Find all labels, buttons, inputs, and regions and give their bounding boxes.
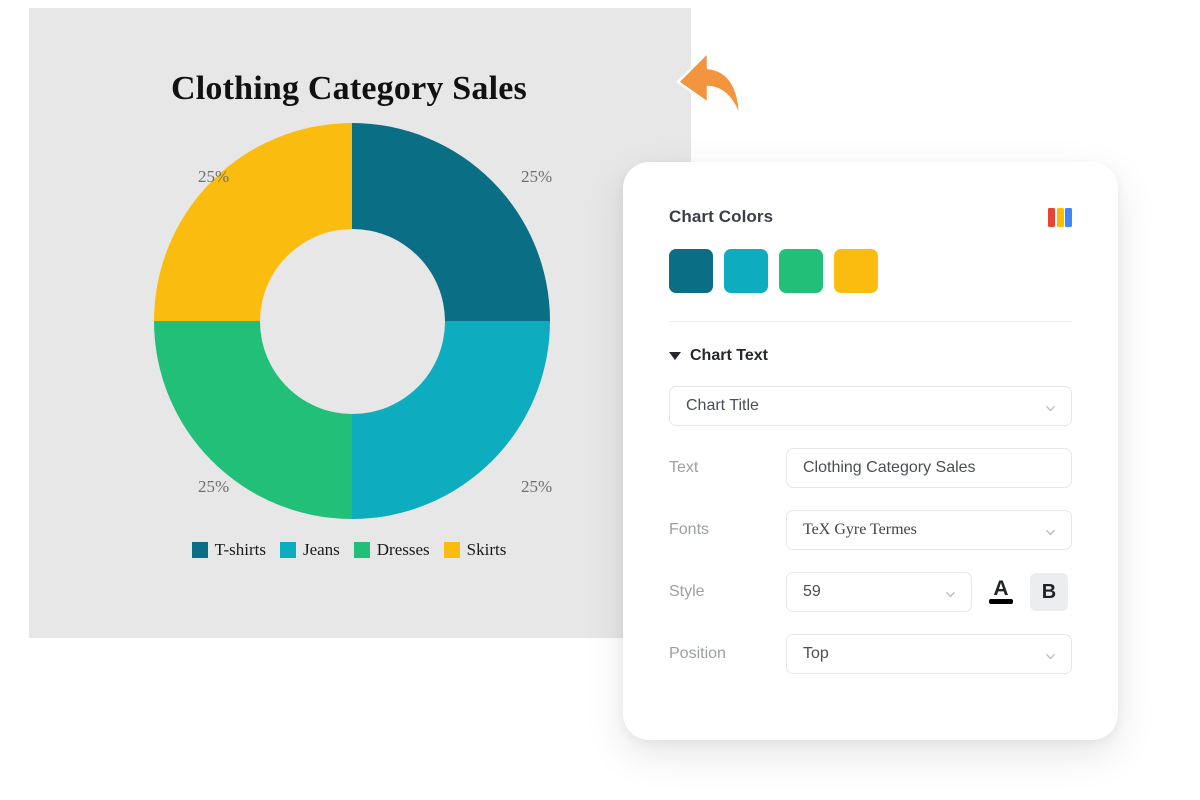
legend-item[interactable]: T-shirts: [191, 540, 266, 560]
text-color-swatch-bar: [989, 599, 1013, 604]
text-color-icon: A: [993, 577, 1009, 600]
section-divider: [669, 321, 1072, 322]
chart-text-title: Chart Text: [690, 347, 768, 364]
slice-label-dresses: 25%: [198, 477, 230, 496]
legend-swatch-icon: [191, 542, 208, 558]
text-input-value: Clothing Category Sales: [803, 459, 976, 476]
chart-settings-card: Chart Colors Chart Text Chart Title Text…: [623, 162, 1118, 740]
slice-label-skirts: 25%: [198, 167, 230, 186]
chart-text-section-header[interactable]: Chart Text: [669, 347, 1072, 365]
position-select-value: Top: [803, 645, 829, 662]
position-row-label: Position: [669, 645, 726, 662]
slice-label-tshirts: 25%: [521, 167, 553, 186]
donut-hole: [259, 228, 445, 414]
font-size-value: 59: [803, 583, 821, 600]
text-color-button[interactable]: A: [982, 573, 1020, 611]
legend-swatch-icon: [353, 542, 370, 558]
font-size-select[interactable]: 59: [786, 572, 972, 612]
palette-icon[interactable]: [1048, 207, 1072, 227]
palette-bar-yellow: [1056, 207, 1064, 227]
chart-legend: T-shirts Jeans Dresses Skirts: [29, 540, 669, 560]
palette-bar-red: [1048, 207, 1055, 227]
chevron-down-icon: [946, 591, 955, 598]
chart-preview-panel: Clothing Category Sales 25% 25% 25% 25% …: [29, 8, 691, 638]
style-row: Style 59 A B: [669, 572, 1072, 612]
chevron-down-icon: [1046, 653, 1055, 660]
legend-item[interactable]: Jeans: [279, 540, 340, 560]
chart-colors-header: Chart Colors: [669, 204, 1072, 230]
bold-button[interactable]: B: [1030, 573, 1068, 611]
chart-title: Clothing Category Sales: [171, 70, 527, 107]
text-input[interactable]: Clothing Category Sales: [786, 448, 1072, 488]
fonts-row-label: Fonts: [669, 521, 710, 538]
chart-text-target-value: Chart Title: [686, 397, 759, 414]
chevron-down-icon: [1046, 405, 1055, 412]
bold-icon: B: [1041, 580, 1057, 603]
legend-item[interactable]: Dresses: [353, 540, 430, 560]
palette-bar-blue: [1065, 207, 1072, 227]
color-swatch-row: [669, 249, 1072, 293]
fonts-row: Fonts TeX Gyre Termes: [669, 510, 1072, 550]
text-row-label: Text: [669, 459, 699, 476]
legend-item[interactable]: Skirts: [443, 540, 507, 560]
legend-swatch-icon: [443, 542, 460, 558]
color-swatch-1[interactable]: [669, 249, 713, 293]
legend-label: Dresses: [376, 540, 430, 559]
arrow-cursor-icon: [668, 44, 750, 126]
chart-colors-title: Chart Colors: [669, 207, 774, 226]
app-screen: Clothing Category Sales 25% 25% 25% 25% …: [0, 0, 1200, 800]
position-select[interactable]: Top: [786, 634, 1072, 674]
chevron-down-icon: [669, 352, 681, 360]
color-swatch-4[interactable]: [834, 249, 878, 293]
fonts-select-value: TeX Gyre Termes: [803, 521, 917, 538]
legend-swatch-icon: [279, 542, 296, 558]
chart-text-target-select[interactable]: Chart Title: [669, 386, 1072, 426]
fonts-select[interactable]: TeX Gyre Termes: [786, 510, 1072, 550]
text-row: Text Clothing Category Sales: [669, 448, 1072, 488]
legend-label: Skirts: [466, 540, 507, 559]
style-row-label: Style: [669, 583, 705, 600]
position-row: Position Top: [669, 634, 1072, 674]
chevron-down-icon: [1046, 529, 1055, 536]
legend-label: T-shirts: [214, 540, 266, 559]
color-swatch-3[interactable]: [779, 249, 823, 293]
slice-label-jeans: 25%: [521, 477, 553, 496]
color-swatch-2[interactable]: [724, 249, 768, 293]
legend-label: Jeans: [302, 540, 340, 559]
